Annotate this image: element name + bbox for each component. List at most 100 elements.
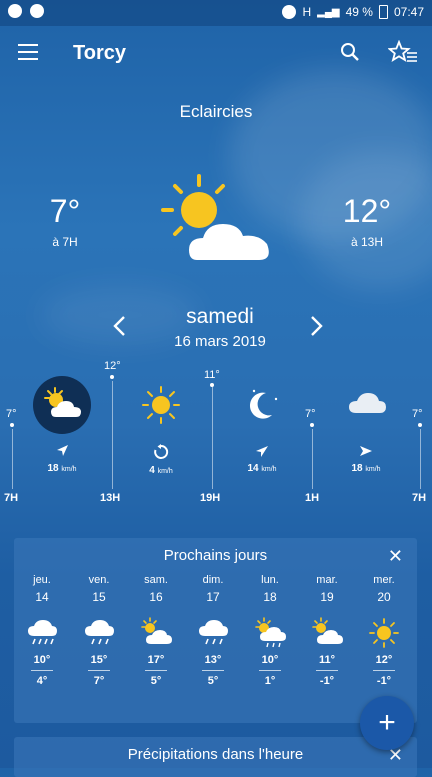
wind-speed: 4 km/h [149,465,173,476]
rain-cloud-icon [85,620,114,645]
hour-temp: 7° [6,408,17,420]
day-number: 19 [320,590,334,604]
sun-cloud-icon [141,617,172,644]
day-abbrev: jeu. [33,574,51,586]
day-abbrev: dim. [202,574,224,586]
hour-slot[interactable]: 14 km/h [232,375,292,474]
network-type: H [302,5,312,19]
hour-temp: 12° [104,360,121,372]
divider [259,670,281,671]
wind-speed: 18 km/h [351,463,381,474]
low-temp: 7° [93,675,105,687]
wind-speed: 18 km/h [47,463,77,474]
sun-cloud-icon [33,376,91,434]
divider [373,670,395,671]
day-number: 17 [206,590,220,604]
clock: 07:47 [393,5,424,19]
high-temp: 13° [204,654,222,666]
hour-temp: 11° [204,369,220,381]
hour-slot[interactable]: 18 km/h [32,375,92,474]
high-temp: 17° [147,654,165,666]
hour-temp: 7° [305,408,316,420]
high-temp: 10° [33,654,51,666]
cloud-icon [349,393,386,413]
day-abbrev: mer. [373,574,395,586]
hour-label: 7H [412,492,427,504]
hour-slot[interactable]: 4 km/h [131,375,191,476]
high-temp: 11° [318,654,336,666]
prev-day-button[interactable] [110,314,130,338]
forecast-title: Prochains jours [163,547,268,564]
divider [31,670,53,671]
low-temp: 4° [36,675,48,687]
temp-dot [10,423,14,427]
forecast-day[interactable]: ven. 15 15° 7° [75,574,123,687]
temp-dot [210,383,214,387]
divider [88,670,110,671]
condition-label: Eclaircies [179,102,253,121]
hour-tick [12,429,13,489]
precipitation-card: Précipitations dans l'heure ✕ [14,737,417,777]
battery-percent: 49 % [345,5,373,19]
hour-temp: 7° [412,408,423,420]
temp-dot [110,375,114,379]
forecast-day[interactable]: mer. 20 12° -1° [360,574,408,687]
forecast-day[interactable]: dim. 17 13° 5° [189,574,237,687]
moon-icon [249,389,278,419]
hourly-timeline[interactable]: 7° 12° 11° 7° 7° 7H 13H 19H 1H 7H 18 km/… [0,355,432,505]
low-temp: 1° [264,675,276,687]
wind-direction-icon [336,444,396,463]
divider [145,670,167,671]
menu-icon[interactable] [18,44,38,60]
high-temp: 15° [90,654,108,666]
wind-variable-icon [131,444,191,465]
status-bar: H ▂▄▆ 49 % 07:47 [0,0,432,26]
sun-cloud-icon [312,617,343,644]
forecast-day[interactable]: jeu. 14 10° 4° [18,574,66,687]
day-number: 18 [263,590,277,604]
music-icon [8,4,22,18]
temp-dot [310,423,314,427]
hour-slot[interactable]: 18 km/h [336,375,396,474]
forecast-day[interactable]: mar. 19 11° -1° [303,574,351,687]
low-temp: 5° [207,675,219,687]
forecast-day[interactable]: sam. 16 17° 5° [132,574,180,687]
wind-speed: 14 km/h [247,463,277,474]
min-temp-time: à 7H [52,235,78,249]
wind-direction-icon [232,444,292,463]
day-abbrev: lun. [261,574,279,586]
hour-tick [420,429,421,489]
battery-icon [378,5,388,19]
close-icon[interactable]: ✕ [388,547,403,565]
search-icon[interactable] [340,42,360,62]
dnd-icon [282,5,297,19]
hour-tick [312,429,313,489]
high-temp: 12° [375,654,393,666]
sun-rain-cloud-icon [255,617,286,648]
low-temp: -1° [319,675,335,687]
rain-cloud-icon [199,620,228,645]
max-temp-time: à 13H [350,235,384,249]
precipitation-title: Précipitations dans l'heure [127,746,304,763]
wind-direction-icon [32,444,92,463]
day-number: 20 [377,590,391,604]
high-temp: 10° [261,654,279,666]
sun-cloud-icon [161,174,269,260]
divider [316,670,338,671]
favorites-icon[interactable] [388,40,418,64]
low-temp: -1° [376,675,392,687]
forecast-day[interactable]: lun. 18 10° 1° [246,574,294,687]
signal-icon: ▂▄▆ [317,6,340,18]
max-temp: 12° [342,193,392,229]
day-abbrev: sam. [144,574,168,586]
hour-label: 19H [200,492,221,504]
day-abbrev: mar. [316,574,338,586]
next-day-button[interactable] [306,314,326,338]
forecast-card: Prochains jours ✕ jeu. 14 10° 4° ven. 15… [14,538,417,723]
city-title[interactable]: Torcy [73,42,126,65]
min-temp: 7° [49,193,81,229]
day-name: samedi [186,305,254,328]
hour-label: 1H [305,492,320,504]
add-button[interactable]: + [360,696,414,750]
day-number: 16 [149,590,163,604]
